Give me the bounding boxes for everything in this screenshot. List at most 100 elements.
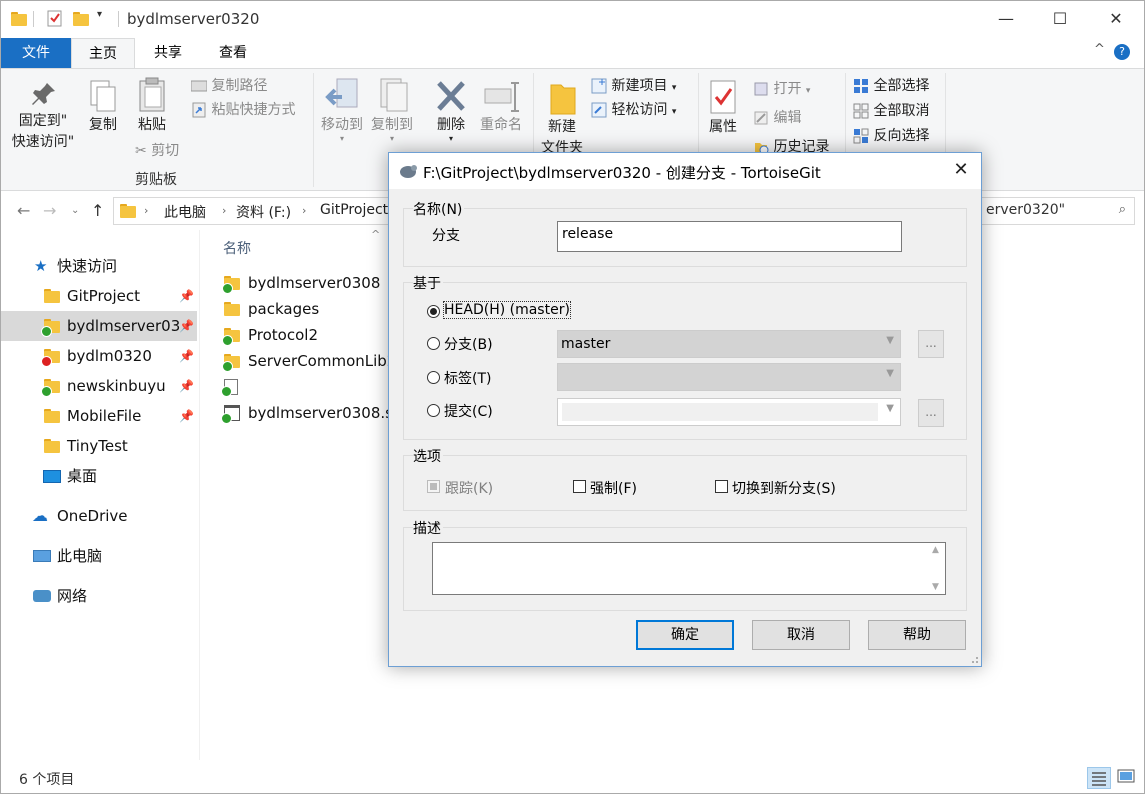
file-item[interactable]: bydlmserver0308.sln [221,400,391,426]
up-arrow-icon[interactable]: ↑ [91,201,104,220]
tab-share[interactable]: 共享 [139,38,197,68]
branch-radio[interactable] [427,337,440,350]
details-view-button[interactable] [1087,767,1111,789]
copy-to-button[interactable]: 复制到 ▾ [369,77,415,143]
help-button[interactable]: 帮助 [868,620,966,650]
resize-grip-icon[interactable] [969,654,979,664]
nav-item-desktop[interactable]: 桌面 [1,461,197,491]
nav-item-bydlm0320[interactable]: bydlm0320 📌 [1,341,197,371]
branch-browse-button[interactable]: ... [918,330,944,358]
pin-icon[interactable]: 📌 [179,401,194,431]
commit-radio-label[interactable]: 提交(C) [444,401,493,421]
paste-button[interactable]: 粘贴 [131,77,173,136]
switch-branch-label[interactable]: 切换到新分支(S) [732,478,836,498]
nav-network[interactable]: 网络 [1,581,197,611]
address-input[interactable]: › 此电脑 › 资料 (F:) › GitProject [113,197,391,225]
commit-combo[interactable]: ▼ [557,398,901,426]
track-checkbox[interactable] [427,480,440,493]
head-radio-label[interactable]: HEAD(H) (master) [443,301,571,319]
copy-path-button[interactable]: 复制路径 [191,75,267,97]
sort-ascending-icon: ^ [371,230,381,241]
collapse-ribbon-icon[interactable]: ^ [1094,42,1105,57]
file-item[interactable]: ServerCommonLib2 [221,348,391,374]
branch-radio-label[interactable]: 分支(B) [444,334,493,354]
scroll-down-icon[interactable]: ▼ [932,582,939,592]
maximize-button[interactable]: ☐ [1037,1,1083,37]
nav-item-bydlmserver03[interactable]: bydlmserver03 📌 [1,311,197,341]
folder-icon [41,349,60,367]
nav-item-tinytest[interactable]: TinyTest [1,431,197,461]
scroll-up-icon[interactable]: ▲ [932,545,939,555]
commit-browse-button[interactable]: ... [918,399,944,427]
new-folder-button[interactable]: 新建 文件夹 [537,77,587,159]
select-none-button[interactable]: 全部取消 [853,100,929,122]
pin-icon[interactable]: 📌 [179,341,194,371]
breadcrumb-drive[interactable]: 资料 (F:) [236,202,291,222]
new-item-button[interactable]: 新建项目 ▾ [591,75,676,97]
breadcrumb-gitproject[interactable]: GitProject [320,202,388,218]
tag-radio[interactable] [427,371,440,384]
description-textarea[interactable]: ▲ ▼ [432,542,946,595]
help-icon[interactable]: ? [1114,44,1130,60]
nav-quick-access[interactable]: ★ 快速访问 [1,251,197,281]
easy-access-button[interactable]: 轻松访问 ▾ [591,99,676,121]
file-item[interactable]: Protocol2 [221,322,391,348]
nav-item-gitproject[interactable]: GitProject 📌 [1,281,197,311]
forward-arrow-icon[interactable]: → [43,201,56,220]
select-all-button[interactable]: 全部选择 [853,75,929,97]
tab-view[interactable]: 查看 [201,38,265,68]
recent-chevron-down-icon[interactable]: ⌄ [71,205,79,216]
star-icon: ★ [34,257,48,275]
tag-combo[interactable]: ▼ [557,363,901,391]
breadcrumb-this-pc[interactable]: 此电脑 [164,202,206,222]
rename-button[interactable]: 重命名 [475,77,527,136]
tag-radio-label[interactable]: 标签(T) [444,368,491,388]
move-to-button[interactable]: 移动到 ▾ [319,77,365,143]
commit-radio[interactable] [427,404,440,417]
customize-qa-icon[interactable]: ▾ [97,9,102,29]
pin-quick-access-button[interactable]: 固定到" 快速访问" [7,79,79,153]
cut-button[interactable]: ✂ 剪切 [135,140,179,162]
minimize-button[interactable]: — [983,1,1029,37]
open-button[interactable]: 打开 ▾ [753,78,810,100]
branch-combo[interactable]: master ▼ [557,330,901,358]
back-arrow-icon[interactable]: ← [17,201,30,220]
head-radio[interactable] [427,305,440,318]
pin-icon[interactable]: 📌 [179,371,194,401]
tab-home[interactable]: 主页 [71,38,135,69]
dialog-title: F:\GitProject\bydlmserver0320 - 创建分支 - T… [423,164,821,182]
dialog-close-button[interactable]: ✕ [941,153,981,189]
close-button[interactable]: ✕ [1093,1,1139,37]
file-item[interactable]: packages [221,296,391,322]
ok-button[interactable]: 确定 [636,620,734,650]
tab-file[interactable]: 文件 [1,38,71,68]
git-modified-icon [41,356,52,367]
large-icons-view-button[interactable] [1115,767,1139,789]
branch-combo-value: master [561,336,611,352]
paste-shortcut-button[interactable]: 粘贴快捷方式 [191,99,295,121]
switch-branch-checkbox[interactable] [715,480,728,493]
force-checkbox[interactable] [573,480,586,493]
nav-onedrive[interactable]: ☁ OneDrive [1,501,197,531]
description-scrollbar[interactable]: ▲ ▼ [929,543,945,594]
copy-button[interactable]: 复制 [83,79,123,136]
nav-this-pc[interactable]: 此电脑 [1,541,197,571]
edit-button[interactable]: 编辑 [753,107,801,129]
commit-combo-field [562,403,878,421]
file-item[interactable]: bydlmserver0308 [221,270,391,296]
column-header-name[interactable]: 名称 [223,238,251,258]
delete-button[interactable]: 删除 ▾ [431,77,471,143]
nav-item-newskinbuyu[interactable]: newskinbuyu 📌 [1,371,197,401]
pin-icon[interactable]: 📌 [179,281,194,311]
nav-item-mobilefile[interactable]: MobileFile 📌 [1,401,197,431]
cancel-button[interactable]: 取消 [752,620,850,650]
divider [199,230,200,760]
search-icon[interactable]: ⌕ [1119,202,1126,217]
pin-icon[interactable]: 📌 [179,311,194,341]
force-label[interactable]: 强制(F) [590,478,637,498]
branch-name-input[interactable]: release [557,221,902,252]
properties-qa-icon[interactable] [47,9,63,29]
file-item[interactable] [221,374,391,400]
properties-button[interactable]: 属性 [703,77,743,138]
invert-selection-button[interactable]: 反向选择 [853,125,929,147]
